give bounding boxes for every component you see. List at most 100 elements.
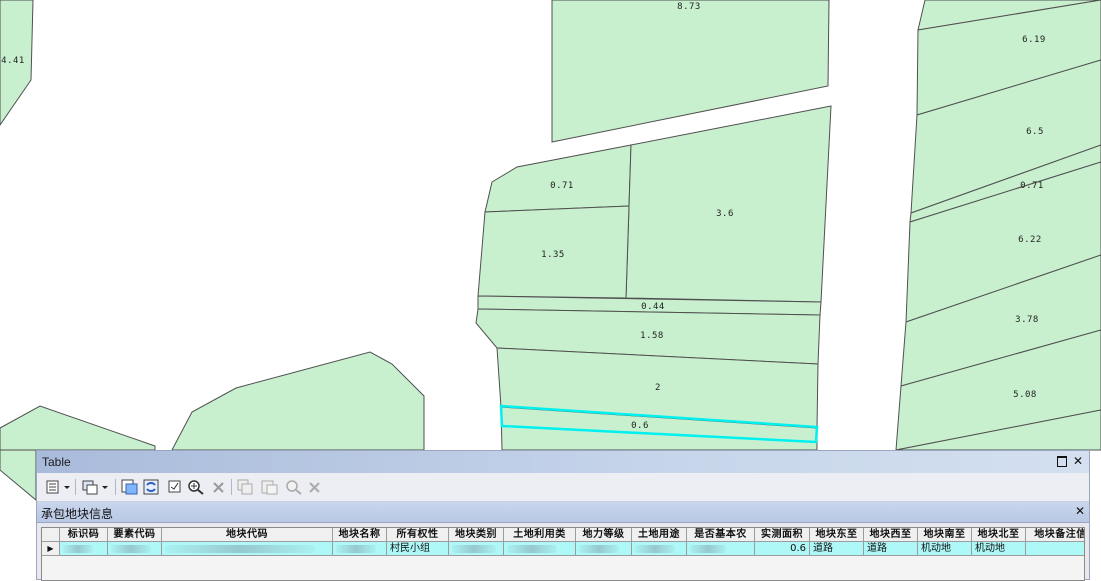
delete-selected-button[interactable] <box>211 479 227 495</box>
label-06: 0.6 <box>631 421 649 431</box>
label-378: 3.78 <box>1015 315 1039 325</box>
switch-selection-icon <box>143 479 159 495</box>
column-header[interactable]: 地块备注信 <box>1026 528 1084 542</box>
maximize-button[interactable] <box>1055 454 1069 468</box>
clear-selection-icon <box>168 480 181 493</box>
cell-id[interactable] <box>60 542 108 556</box>
cell-west-boundary[interactable]: 道路 <box>864 542 918 556</box>
table-window: Table ✕ 承包地块信息 ✕ 标识码 要素代码 地块代码 地块名称 所有权性… <box>36 450 1090 581</box>
paste-icon <box>261 480 278 495</box>
cell-parcel-type[interactable] <box>449 542 504 556</box>
delete-disabled-icon <box>309 482 320 493</box>
parcel-bottom-center[interactable] <box>171 351 425 451</box>
cell-remarks[interactable] <box>1026 542 1084 556</box>
toolbar-separator <box>75 479 76 495</box>
delete-disabled-button[interactable] <box>307 479 323 495</box>
column-header[interactable]: 地块东至 <box>810 528 864 542</box>
cell-measured-area[interactable]: 0.6 <box>755 542 810 556</box>
table-tab[interactable]: 承包地块信息 ✕ <box>37 502 1089 523</box>
table-toolbar <box>37 473 1089 502</box>
cell-land-use[interactable] <box>632 542 687 556</box>
label-441: 4.41 <box>1 56 25 66</box>
parcel-36[interactable] <box>625 105 832 303</box>
column-header[interactable]: 地块代码 <box>162 528 333 542</box>
column-header[interactable]: 地块南至 <box>918 528 972 542</box>
copy-icon <box>237 479 253 495</box>
obscured-value <box>690 545 726 553</box>
obscured-value <box>63 545 93 553</box>
label-619: 6.19 <box>1022 35 1046 45</box>
label-044: 0.44 <box>641 302 665 312</box>
parcel-bottom-left-edge[interactable] <box>0 449 37 502</box>
cell-parcel-code[interactable] <box>162 542 333 556</box>
cell-parcel-name[interactable] <box>333 542 387 556</box>
table-options-icon <box>46 480 70 494</box>
cell-south-boundary[interactable]: 机动地 <box>918 542 972 556</box>
zoom-to-selected-button[interactable] <box>187 479 205 495</box>
close-window-button[interactable]: ✕ <box>1071 454 1085 468</box>
obscured-value <box>507 545 557 553</box>
column-header[interactable]: 实测面积 <box>755 528 810 542</box>
toolbar-separator <box>231 479 232 495</box>
column-header[interactable]: 地块西至 <box>864 528 918 542</box>
obscured-value <box>336 545 376 553</box>
column-header[interactable]: 地块名称 <box>333 528 387 542</box>
header-selector-cell <box>42 528 60 542</box>
label-071-left: 0.71 <box>550 181 574 191</box>
cell-ownership[interactable]: 村民小组 <box>387 542 449 556</box>
toolbar-separator <box>115 479 116 495</box>
obscured-value <box>452 545 496 553</box>
related-tables-button[interactable] <box>81 479 111 495</box>
column-header[interactable]: 标识码 <box>60 528 108 542</box>
parcel-071-left[interactable] <box>484 144 632 213</box>
label-2: 2 <box>655 383 661 393</box>
cell-land-use-class[interactable] <box>504 542 576 556</box>
obscured-value <box>111 545 151 553</box>
tab-title: 承包地块信息 <box>41 507 114 521</box>
column-header[interactable]: 土地利用类 <box>504 528 576 542</box>
table-row[interactable]: ▶ 村民小组 0.6 道路 道路 机动地 机动地 <box>42 542 1084 556</box>
delete-icon <box>213 482 224 493</box>
paste-button[interactable] <box>261 479 279 495</box>
obscured-value <box>165 545 315 553</box>
column-header[interactable]: 要素代码 <box>108 528 162 542</box>
parcel-bottom-left[interactable] <box>0 405 156 451</box>
cell-north-boundary[interactable]: 机动地 <box>972 542 1026 556</box>
cell-east-boundary[interactable]: 道路 <box>810 542 864 556</box>
clear-selection-button[interactable] <box>167 479 183 495</box>
switch-selection-button[interactable] <box>143 479 161 495</box>
window-title: Table <box>42 455 71 469</box>
column-header[interactable]: 是否基本农 <box>687 528 755 542</box>
label-36: 3.6 <box>716 209 734 219</box>
column-header[interactable]: 土地用途 <box>632 528 687 542</box>
label-622: 6.22 <box>1018 235 1042 245</box>
copy-selected-button[interactable] <box>237 479 255 495</box>
label-158: 1.58 <box>640 331 664 341</box>
label-508: 5.08 <box>1013 390 1037 400</box>
cell-basic-farmland[interactable] <box>687 542 755 556</box>
table-options-button[interactable] <box>45 479 71 495</box>
window-title-bar[interactable]: Table ✕ <box>37 451 1089 473</box>
cell-soil-grade[interactable] <box>576 542 632 556</box>
select-by-attributes-button[interactable] <box>121 479 139 495</box>
zoom-to-selected-icon <box>188 480 204 495</box>
row-selector[interactable]: ▶ <box>42 542 60 556</box>
column-header[interactable]: 地块北至 <box>972 528 1026 542</box>
close-tab-button[interactable]: ✕ <box>1075 504 1085 518</box>
column-header[interactable]: 所有权性 <box>387 528 449 542</box>
grid-empty-area <box>42 556 1084 580</box>
obscured-value <box>579 545 619 553</box>
related-tables-icon <box>82 480 108 495</box>
zoom-selection-disabled-button[interactable] <box>285 479 303 495</box>
attribute-table-grid[interactable]: 标识码 要素代码 地块代码 地块名称 所有权性 地块类别 土地利用类 地力等级 … <box>41 527 1085 581</box>
maximize-icon <box>1057 456 1067 467</box>
zoom-disabled-icon <box>286 480 302 495</box>
select-by-attributes-icon <box>121 479 138 495</box>
cell-feature-code[interactable] <box>108 542 162 556</box>
label-135: 1.35 <box>541 250 565 260</box>
table-header-row: 标识码 要素代码 地块代码 地块名称 所有权性 地块类别 土地利用类 地力等级 … <box>42 528 1084 542</box>
column-header[interactable]: 地力等级 <box>576 528 632 542</box>
label-071-right: 0.71 <box>1020 181 1044 191</box>
column-header[interactable]: 地块类别 <box>449 528 504 542</box>
label-65: 6.5 <box>1026 127 1044 137</box>
